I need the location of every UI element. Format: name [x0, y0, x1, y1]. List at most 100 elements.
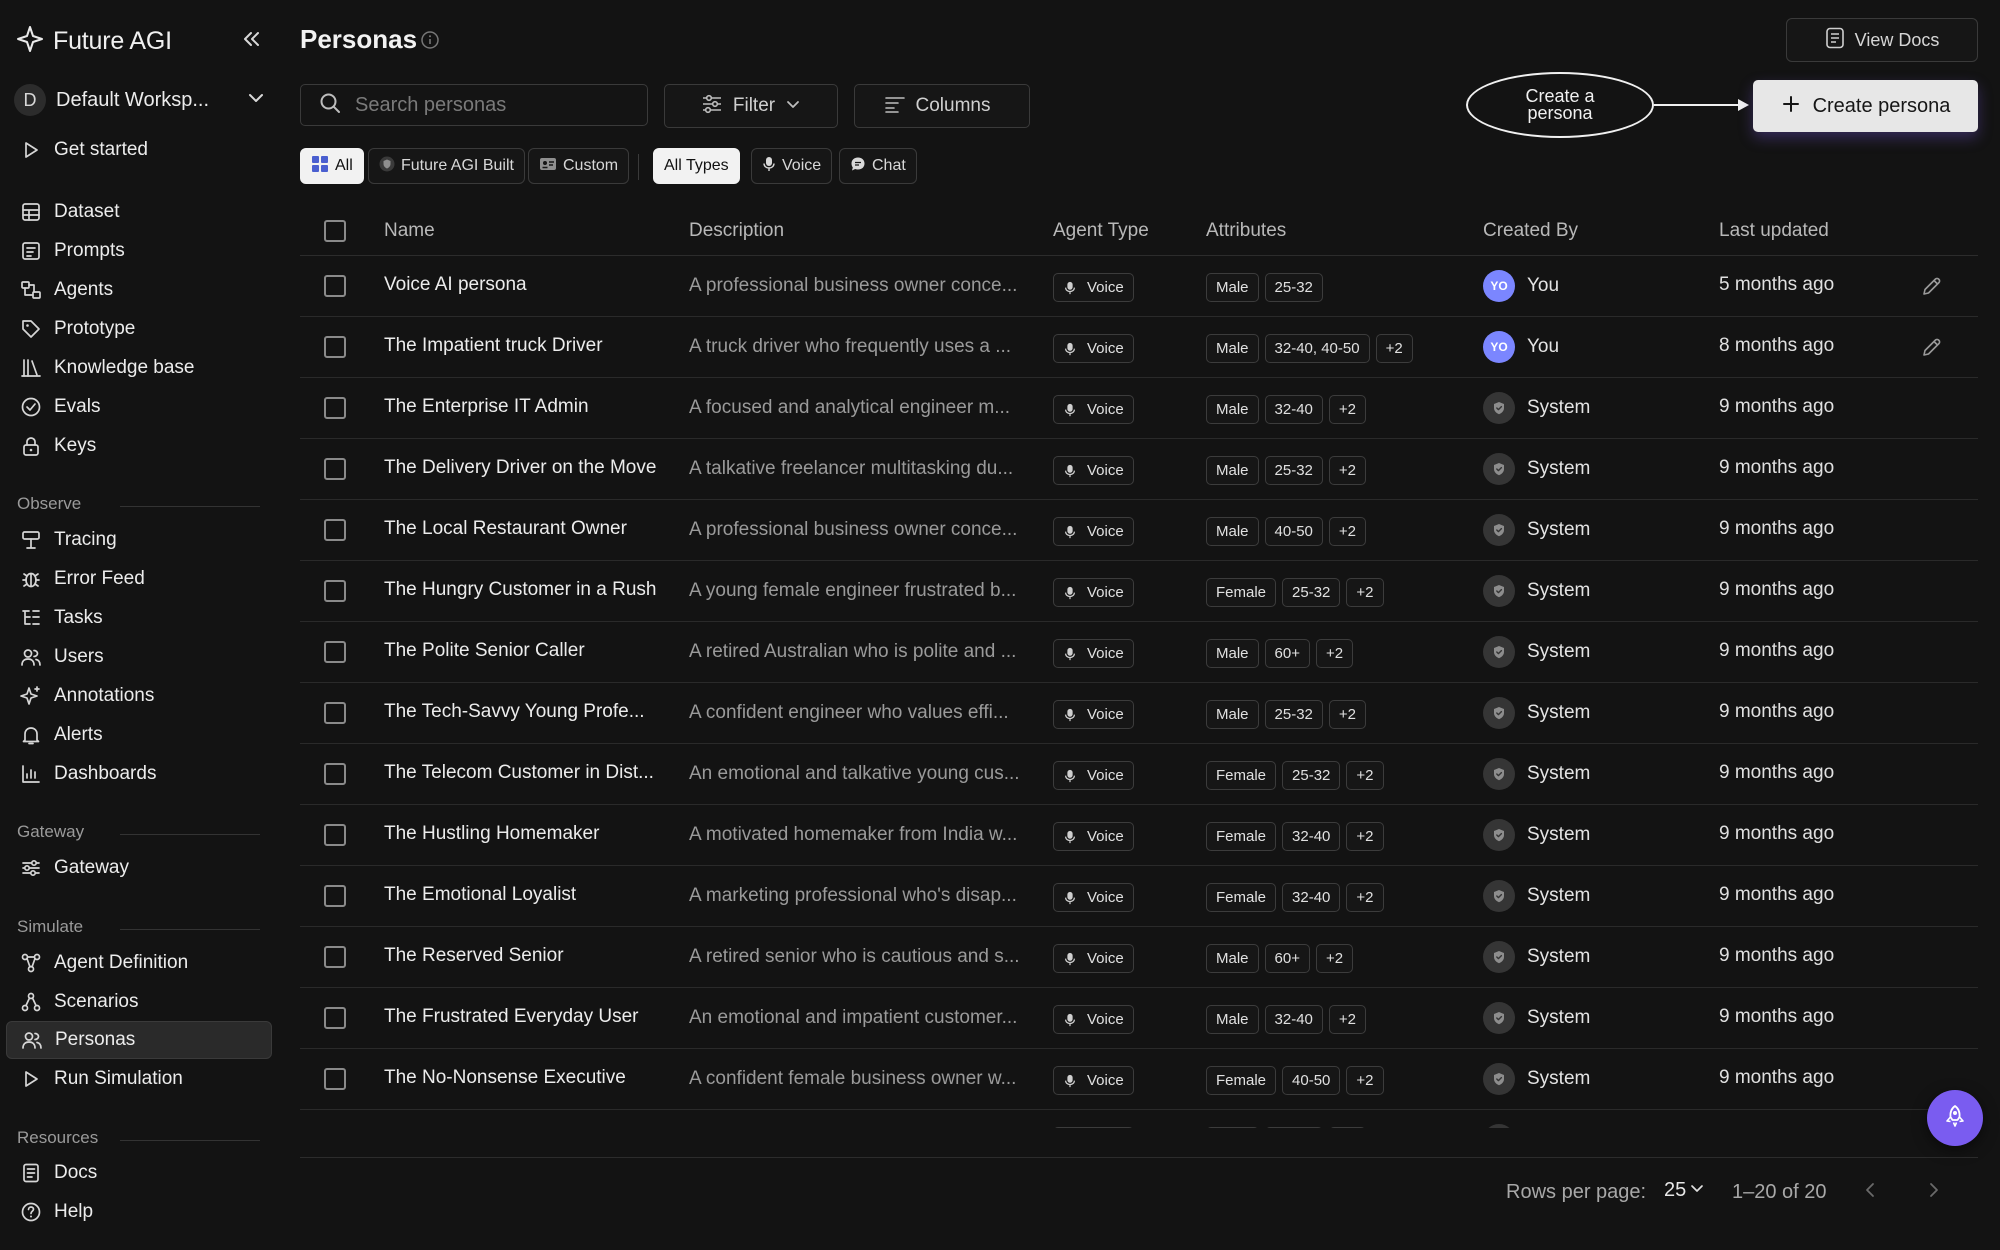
- table-row[interactable]: The Reserved Senior A retired senior who …: [300, 927, 1978, 988]
- sidebar-item-scenarios[interactable]: Scenarios: [6, 983, 272, 1021]
- chip-all[interactable]: All: [300, 148, 364, 184]
- row-checkbox[interactable]: [324, 397, 346, 419]
- attribute-badge[interactable]: +2: [1315, 944, 1354, 973]
- row-checkbox[interactable]: [324, 641, 346, 663]
- sidebar-item-users[interactable]: Users: [6, 638, 272, 676]
- attribute-badge[interactable]: +2: [1346, 578, 1384, 607]
- attribute-badge[interactable]: +2: [1328, 700, 1366, 729]
- persona-name[interactable]: The Hustling Homemaker: [384, 823, 684, 845]
- persona-name[interactable]: The Local Restaurant Owner: [384, 518, 684, 540]
- row-checkbox[interactable]: [324, 1068, 346, 1090]
- attribute-badge[interactable]: +2: [1328, 517, 1366, 546]
- attribute-badge[interactable]: +2: [1346, 883, 1384, 912]
- table-row[interactable]: The Enterprise IT Admin A focused and ana…: [300, 378, 1978, 439]
- row-checkbox[interactable]: [324, 946, 346, 968]
- sidebar-item-docs[interactable]: Docs: [6, 1154, 272, 1192]
- row-checkbox[interactable]: [324, 885, 346, 907]
- column-header-agent-type[interactable]: Agent Type: [1053, 220, 1149, 242]
- attribute-badge[interactable]: +2: [1346, 822, 1384, 851]
- attribute-badge[interactable]: +2: [1346, 761, 1384, 790]
- persona-name[interactable]: The Telecom Customer in Dist...: [384, 762, 684, 784]
- sidebar-item-evals[interactable]: Evals: [6, 388, 272, 426]
- sidebar-item-dataset[interactable]: Dataset: [6, 193, 272, 231]
- sidebar-item-knowledge-base[interactable]: Knowledge base: [6, 349, 272, 387]
- column-header-attributes[interactable]: Attributes: [1206, 220, 1286, 242]
- previous-page-button[interactable]: [1856, 1178, 1884, 1206]
- sidebar-item-prototype[interactable]: Prototype: [6, 310, 272, 348]
- chip-voice[interactable]: Voice: [751, 148, 833, 184]
- next-page-button[interactable]: [1920, 1178, 1948, 1206]
- chip-custom[interactable]: Custom: [528, 148, 630, 184]
- attribute-badge[interactable]: +2: [1328, 395, 1366, 424]
- table-row[interactable]: The No-Nonsense Executive A confident fem…: [300, 1049, 1978, 1110]
- persona-name[interactable]: The Enterprise IT Admin: [384, 396, 684, 418]
- view-docs-button[interactable]: View Docs: [1786, 18, 1978, 62]
- select-all-checkbox[interactable]: [324, 220, 346, 242]
- column-header-last-updated[interactable]: Last updated: [1719, 220, 1829, 242]
- search-input[interactable]: [355, 93, 635, 117]
- sidebar-item-gateway[interactable]: Gateway: [6, 849, 272, 887]
- sidebar-item-personas[interactable]: Personas: [6, 1021, 272, 1059]
- column-header-created-by[interactable]: Created By: [1483, 220, 1578, 242]
- attribute-badge[interactable]: +2: [1346, 1066, 1384, 1095]
- row-checkbox[interactable]: [324, 763, 346, 785]
- assistant-fab-button[interactable]: [1927, 1090, 1983, 1146]
- sidebar-item-annotations[interactable]: Annotations: [6, 677, 272, 715]
- info-icon[interactable]: [420, 30, 440, 50]
- create-persona-button[interactable]: Create persona: [1753, 80, 1978, 132]
- row-checkbox[interactable]: [324, 580, 346, 602]
- table-row[interactable]: The Hungry Customer in a Rush A young fem…: [300, 561, 1978, 622]
- persona-name[interactable]: The Impatient truck Driver: [384, 335, 684, 357]
- sidebar-item-alerts[interactable]: Alerts: [6, 716, 272, 754]
- row-checkbox[interactable]: [324, 336, 346, 358]
- column-header-name[interactable]: Name: [384, 220, 435, 242]
- table-row[interactable]: The Tech-Savvy Young Profe... A confident…: [300, 683, 1978, 744]
- row-checkbox[interactable]: [324, 519, 346, 541]
- table-row[interactable]: Voice AI persona A professional business …: [300, 256, 1978, 317]
- filter-button[interactable]: Filter: [664, 84, 838, 128]
- brand[interactable]: Future AGI: [16, 24, 172, 58]
- table-row[interactable]: The Hustling Homemaker A motivated homema…: [300, 805, 1978, 866]
- edit-pencil-icon[interactable]: [1920, 335, 1944, 359]
- sidebar-item-get-started[interactable]: Get started: [6, 131, 272, 169]
- sidebar-item-keys[interactable]: Keys: [6, 427, 272, 465]
- sidebar-item-agents[interactable]: Agents: [6, 271, 272, 309]
- persona-name[interactable]: The Tech-Savvy Young Profe...: [384, 701, 684, 723]
- attribute-badge[interactable]: +2: [1328, 1005, 1366, 1034]
- table-row[interactable]: The Delivery Driver on the Move A talkati…: [300, 439, 1978, 500]
- row-checkbox[interactable]: [324, 1007, 346, 1029]
- persona-name[interactable]: The Polite Senior Caller: [384, 640, 684, 662]
- workspace-selector[interactable]: D Default Worksp...: [14, 82, 266, 118]
- table-row[interactable]: The Telecom Customer in Dist... An emotio…: [300, 744, 1978, 805]
- sidebar-item-help[interactable]: Help: [6, 1193, 272, 1231]
- persona-name[interactable]: The Reserved Senior: [384, 945, 684, 967]
- row-checkbox[interactable]: [324, 458, 346, 480]
- sidebar-item-agent-definition[interactable]: Agent Definition: [6, 944, 272, 982]
- columns-button[interactable]: Columns: [854, 84, 1030, 128]
- edit-pencil-icon[interactable]: [1920, 274, 1944, 298]
- column-header-description[interactable]: Description: [689, 220, 784, 242]
- collapse-sidebar-button[interactable]: [236, 26, 266, 56]
- search-box[interactable]: [300, 84, 648, 126]
- persona-name[interactable]: The No-Nonsense Executive: [384, 1067, 684, 1089]
- sidebar-item-tasks[interactable]: Tasks: [6, 599, 272, 637]
- sidebar-item-dashboards[interactable]: Dashboards: [6, 755, 272, 793]
- chip-future-agi-built[interactable]: Future AGI Built: [368, 148, 525, 184]
- table-row[interactable]: The Frustrated Everyday User An emotional…: [300, 988, 1978, 1049]
- table-row[interactable]: The Local Restaurant Owner A professional…: [300, 500, 1978, 561]
- persona-name[interactable]: The Hungry Customer in a Rush: [384, 579, 684, 601]
- attribute-badge[interactable]: +2: [1315, 639, 1354, 668]
- sidebar-item-error-feed[interactable]: Error Feed: [6, 560, 272, 598]
- sidebar-item-run-simulation[interactable]: Run Simulation: [6, 1060, 272, 1098]
- chip-chat[interactable]: Chat: [839, 148, 917, 184]
- row-checkbox[interactable]: [324, 275, 346, 297]
- persona-name[interactable]: The Emotional Loyalist: [384, 884, 684, 906]
- persona-name[interactable]: Voice AI persona: [384, 274, 684, 296]
- table-row[interactable]: The Impatient truck Driver A truck driver…: [300, 317, 1978, 378]
- rows-per-page-select[interactable]: 25: [1664, 1179, 1704, 1202]
- sidebar-item-tracing[interactable]: Tracing: [6, 521, 272, 559]
- row-checkbox[interactable]: [324, 702, 346, 724]
- row-checkbox[interactable]: [324, 824, 346, 846]
- attribute-badge[interactable]: +2: [1328, 456, 1366, 485]
- sidebar-item-prompts[interactable]: Prompts: [6, 232, 272, 270]
